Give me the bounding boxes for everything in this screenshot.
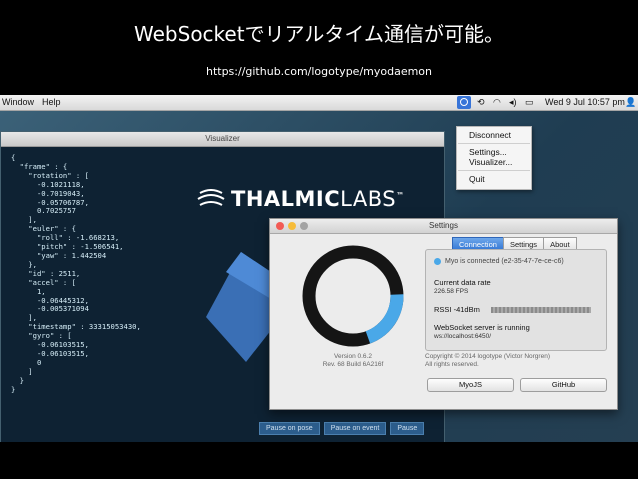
rssi-label: RSSI -41dBm (434, 305, 480, 314)
close-button[interactable] (276, 222, 284, 230)
visualizer-buttons: Pause on pose Pause on event Pause (259, 422, 425, 435)
json-line: ] (11, 366, 33, 376)
menu-separator (458, 143, 530, 144)
brand-tm: ™ (396, 191, 405, 200)
data-rate-label: Current data rate (434, 278, 491, 287)
myo-tray-icon[interactable] (457, 96, 471, 109)
status-indicator-icon (434, 258, 441, 265)
rights-line: All rights reserved. (425, 361, 479, 368)
connection-status: Myo is connected (e2-35-47-7e-ce-c6) (434, 258, 564, 265)
menu-separator (458, 170, 530, 171)
zoom-button[interactable] (300, 222, 308, 230)
time-machine-icon[interactable]: ⟲ (477, 97, 485, 108)
settings-window: Settings Version 0.6.2 Rev. 68 Build 6A2… (269, 218, 618, 410)
status-text: Myo is connected (e2-35-47-7e-ce-c6) (445, 258, 564, 265)
menu-help[interactable]: Help (42, 97, 61, 107)
copyright-line: Copyright © 2014 logotype (Victor Norgre… (425, 353, 550, 360)
copyright-info: Copyright © 2014 logotype (Victor Norgre… (425, 353, 550, 369)
menu-visualizer[interactable]: Visualizer... (469, 157, 512, 167)
volume-icon[interactable]: ◂) (509, 97, 517, 108)
thalmic-logo: THALMICLABS™ (196, 187, 405, 211)
menu-window[interactable]: Window (2, 97, 34, 107)
menu-settings[interactable]: Settings... (469, 147, 507, 157)
wifi-icon[interactable]: ◠ (493, 97, 501, 108)
menu-bar: Window Help ⟲ ◠ ◂) ▭ Wed 9 Jul 10:57 pm … (0, 95, 638, 111)
menubar-clock[interactable]: Wed 9 Jul 10:57 pm (545, 97, 625, 107)
version-line: Version 0.6.2 (334, 353, 372, 360)
thalmic-mark-icon (197, 189, 225, 206)
json-line: } (11, 375, 24, 385)
brand-bold: THALMIC (231, 187, 341, 211)
data-rate-donut (302, 245, 404, 347)
user-icon[interactable]: 👤 (625, 97, 636, 108)
menu-disconnect[interactable]: Disconnect (469, 130, 511, 140)
slide-url: https://github.com/logotype/myodaemon (205, 65, 433, 78)
json-line: } (11, 384, 16, 394)
screenshot-area: Window Help ⟲ ◠ ◂) ▭ Wed 9 Jul 10:57 pm … (0, 95, 638, 442)
pause-on-pose-button[interactable]: Pause on pose (259, 422, 320, 435)
version-info: Version 0.6.2 Rev. 68 Build 6A216f (290, 353, 416, 369)
settings-titlebar: Settings (270, 219, 617, 234)
json-output: { "frame" : { "rotation" : [ -0.1021118,… (11, 153, 141, 394)
visualizer-title: Visualizer (1, 132, 444, 147)
menu-quit[interactable]: Quit (469, 174, 485, 184)
pause-button[interactable]: Pause (390, 422, 425, 435)
myojs-button[interactable]: MyoJS (427, 378, 514, 392)
settings-title: Settings (429, 221, 458, 230)
slide-title: WebSocketでリアルタイム通信が可能。 (134, 22, 504, 46)
websocket-status: WebSocket server is running (434, 323, 530, 332)
myo-dropdown-menu: Disconnect Settings... Visualizer... Qui… (456, 126, 532, 190)
websocket-url: ws://localhost:6450/ (434, 333, 492, 340)
revision-line: Rev. 68 Build 6A216f (322, 361, 384, 368)
battery-icon[interactable]: ▭ (525, 97, 534, 108)
desktop: Visualizer { "frame" : { "rotation" : [ … (0, 111, 638, 442)
brand-light: LABS (340, 187, 397, 211)
rssi-meter (491, 307, 591, 313)
connection-panel: Myo is connected (e2-35-47-7e-ce-c6) Cur… (425, 249, 607, 351)
github-button[interactable]: GitHub (520, 378, 607, 392)
pause-on-event-button[interactable]: Pause on event (323, 422, 387, 435)
data-rate-value: 226.58 FPS (434, 288, 469, 295)
minimize-button[interactable] (288, 222, 296, 230)
